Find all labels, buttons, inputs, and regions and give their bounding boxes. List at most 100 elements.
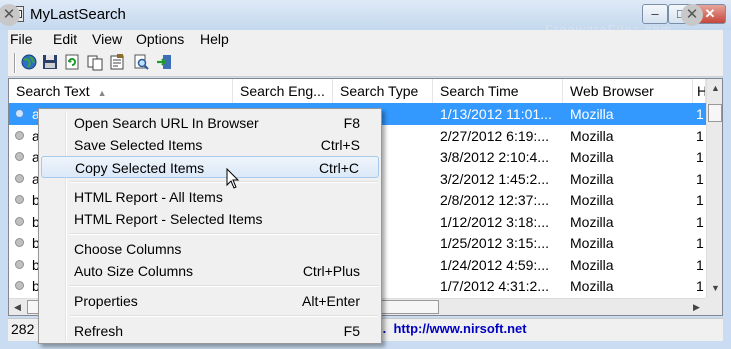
cell-time: 1/12/2012 3:18:... [440, 213, 549, 230]
menu-item-label: Open Search URL In Browser [74, 115, 259, 131]
vertical-scroll-thumb[interactable] [708, 104, 722, 122]
row-bullet-icon [15, 130, 24, 140]
menu-item-label: HTML Report - Selected Items [74, 211, 263, 227]
menu-item-choose-columns[interactable]: Choose Columns [41, 238, 379, 260]
column-header-web-browser[interactable]: Web Browser [563, 79, 693, 103]
menu-item-properties[interactable]: Properties Alt+Enter [41, 290, 379, 312]
menu-item-html-report-selected-items[interactable]: HTML Report - Selected Items [41, 208, 379, 230]
cell-browser: Mozilla [570, 235, 614, 251]
sort-arrow-icon: ▲ [97, 88, 107, 98]
menu-item-label: HTML Report - All Items [74, 189, 223, 205]
menu-view[interactable]: View [92, 31, 122, 47]
column-header-search-text[interactable]: Search Text ▲ [9, 79, 233, 103]
cell-h: 1 [696, 149, 704, 165]
scroll-left-icon[interactable]: ◀ [14, 302, 21, 313]
properties-icon[interactable] [108, 53, 126, 71]
cell-browser: Mozilla [570, 170, 614, 187]
menu-item-shortcut: F5 [343, 323, 360, 339]
menu-separator [70, 233, 378, 235]
save-icon[interactable] [41, 53, 59, 71]
menu-item-shortcut: F8 [343, 115, 360, 131]
globe-icon[interactable] [20, 53, 38, 71]
menu-bar: File Edit View Options Help [8, 30, 723, 50]
scroll-down-icon[interactable]: ▼ [711, 283, 720, 293]
cell-time: 2/8/2012 12:37:... [440, 192, 549, 208]
menu-item-shortcut: Alt+Enter [302, 293, 360, 309]
cell-time: 1/24/2012 4:59:... [440, 256, 549, 273]
column-header-search-time[interactable]: Search Time [433, 79, 563, 103]
cell-browser: Mozilla [570, 278, 614, 294]
menu-file[interactable]: File [10, 31, 33, 47]
copy-icon[interactable] [86, 53, 104, 71]
toolbar-separator [14, 53, 16, 73]
cell-browser: Mozilla [570, 213, 614, 230]
column-header-search-engine[interactable]: Search Eng... [233, 79, 333, 103]
cell-browser: Mozilla [570, 106, 614, 122]
item-count: 282 [11, 321, 35, 337]
menu-item-save-selected-items[interactable]: Save Selected Items Ctrl+S [41, 134, 379, 156]
cell-h: 1 [696, 256, 704, 273]
menu-item-label: Properties [74, 293, 138, 309]
cell-time: 3/2/2012 1:45:2... [440, 170, 549, 187]
minimize-button[interactable]: – [642, 4, 668, 24]
row-bullet-icon [15, 216, 24, 226]
menu-edit[interactable]: Edit [53, 31, 77, 47]
cell-h: 1 [696, 278, 704, 294]
cell-time: 1/13/2012 11:01... [440, 106, 552, 122]
size-grip [706, 298, 722, 315]
cell-time: 3/8/2012 2:10:4... [440, 149, 549, 165]
menu-separator [70, 315, 378, 317]
row-bullet-icon [15, 195, 24, 204]
menu-help[interactable]: Help [200, 31, 229, 47]
cell-time: 2/27/2012 6:19:... [440, 127, 549, 144]
menu-item-label: Choose Columns [74, 241, 182, 257]
cell-h: 1 [696, 213, 704, 230]
menu-item-open-search-url-in-browser[interactable]: Open Search URL In Browser F8 [41, 112, 379, 134]
menu-item-label: Refresh [74, 323, 124, 339]
row-bullet-icon [15, 281, 24, 290]
row-bullet-icon [15, 109, 24, 118]
window-title: MyLastSearch [30, 6, 126, 23]
cell-h: 1 [696, 106, 704, 122]
menu-item-auto-size-columns[interactable]: Auto Size Columns Ctrl+Plus [41, 260, 379, 282]
menu-separator [70, 285, 378, 287]
menu-separator [70, 181, 378, 183]
menu-item-label: Copy Selected Items [75, 160, 205, 176]
toolbar [8, 50, 723, 77]
menu-options[interactable]: Options [136, 31, 184, 47]
row-bullet-icon [15, 238, 24, 247]
cell-h: 1 [696, 127, 704, 144]
list-header: Search Text ▲ Search Eng... Search Type S… [9, 79, 706, 104]
menu-item-shortcut: Ctrl+S [320, 137, 360, 153]
title-bar[interactable]: MyLastSearch FreewareFiles.com – □ ✕ [0, 0, 731, 37]
cell-h: 1 [696, 170, 704, 187]
scroll-up-icon[interactable]: ▲ [711, 83, 720, 93]
cell-browser: Mozilla [570, 149, 614, 165]
cell-h: 1 [696, 235, 704, 251]
exit-icon[interactable] [155, 53, 173, 71]
find-icon[interactable] [132, 53, 150, 71]
refresh-icon[interactable] [63, 53, 81, 71]
close-overlay-icon[interactable]: ✕ [681, 4, 703, 26]
menu-item-label: Save Selected Items [74, 137, 203, 153]
menu-item-label: Auto Size Columns [74, 263, 194, 279]
column-header-label: Search Text [16, 83, 90, 99]
menu-item-copy-selected-items[interactable]: Copy Selected Items Ctrl+C [41, 156, 379, 178]
vertical-scrollbar[interactable]: ▲ ▼ [706, 79, 722, 298]
cell-h: 1 [696, 192, 704, 208]
cell-browser: Mozilla [570, 256, 614, 273]
cell-browser: Mozilla [570, 192, 614, 208]
menu-item-shortcut: Ctrl+Plus [302, 263, 360, 279]
column-header-search-type[interactable]: Search Type [333, 79, 433, 103]
menu-item-html-report-all-items[interactable]: HTML Report - All Items [41, 186, 379, 208]
menu-item-shortcut: Ctrl+C [318, 160, 359, 176]
context-menu: Open Search URL In Browser F8 Save Selecte… [38, 108, 382, 344]
scroll-right-icon[interactable]: ▶ [693, 302, 700, 313]
row-bullet-icon [15, 173, 24, 183]
column-header-h[interactable]: H [693, 79, 706, 103]
menu-item-refresh[interactable]: Refresh F5 [41, 320, 379, 342]
cell-time: 1/7/2012 4:31:2... [440, 278, 549, 294]
row-bullet-icon [15, 259, 24, 269]
cell-browser: Mozilla [570, 127, 614, 144]
row-bullet-icon [15, 152, 24, 161]
